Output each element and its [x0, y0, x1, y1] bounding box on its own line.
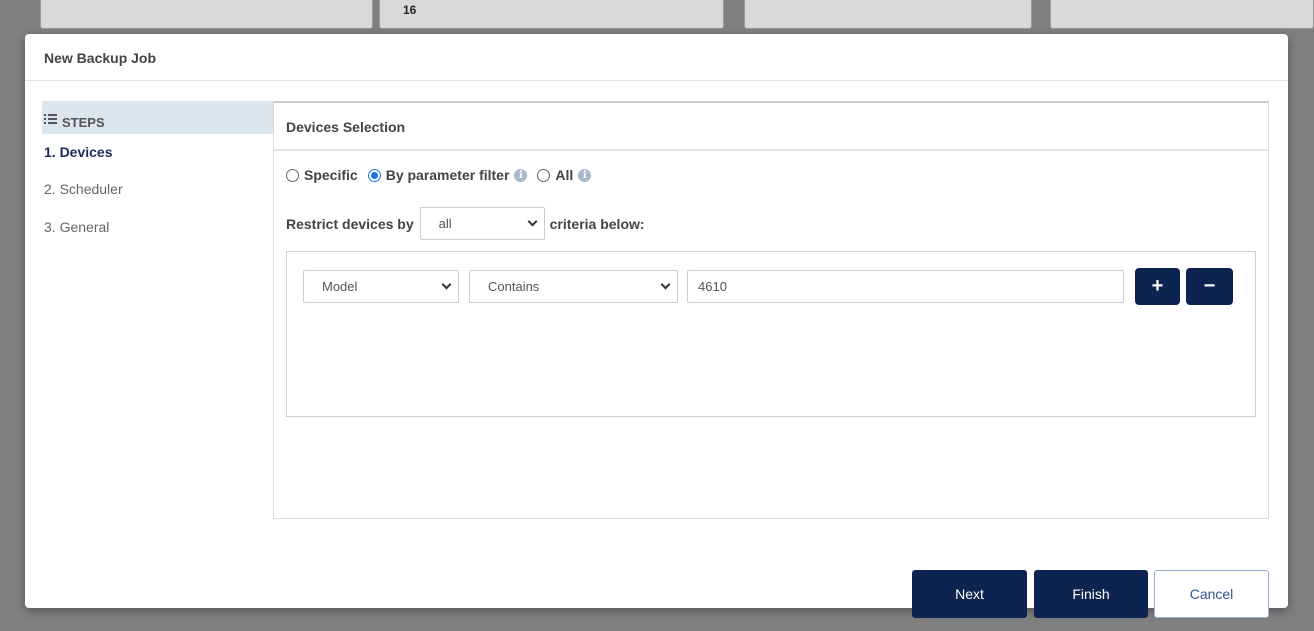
- devices-selection-panel: Devices Selection Specific By parameter …: [273, 101, 1269, 519]
- radio-by-parameter-filter[interactable]: By parameter filter i: [367, 167, 528, 183]
- restrict-devices-row: Restrict devices by all criteria below:: [286, 207, 645, 240]
- cancel-button[interactable]: Cancel: [1154, 570, 1269, 618]
- step-general[interactable]: 3. General: [42, 208, 274, 246]
- radio-all[interactable]: All i: [537, 167, 592, 183]
- list-icon: [44, 114, 57, 124]
- info-icon[interactable]: i: [514, 168, 528, 182]
- criteria-operator-select[interactable]: Contains: [469, 270, 678, 303]
- remove-criteria-button[interactable]: −: [1186, 268, 1233, 305]
- chevron-down-icon: [527, 216, 538, 227]
- steps-sidebar: STEPS 1. Devices 2. Scheduler 3. General: [42, 101, 274, 246]
- restrict-mode-value: all: [438, 216, 452, 231]
- criteria-value-text: 4610: [698, 279, 727, 294]
- radio-specific-label: Specific: [304, 167, 358, 183]
- criteria-row: Model Contains 4610 + −: [303, 268, 1233, 305]
- panel-title: Devices Selection: [274, 103, 1268, 151]
- criteria-field-value: Model: [322, 279, 358, 294]
- criteria-operator-value: Contains: [488, 279, 540, 294]
- radio-specific-circle[interactable]: [286, 168, 299, 182]
- info-icon[interactable]: i: [578, 168, 592, 182]
- chevron-down-icon: [441, 279, 452, 290]
- chevron-down-icon: [660, 279, 671, 290]
- restrict-suffix-label: criteria below:: [549, 215, 645, 232]
- criteria-value-input[interactable]: 4610: [687, 270, 1124, 303]
- new-backup-job-modal: New Backup Job STEPS 1. Devices 2. Sched…: [25, 34, 1288, 618]
- background-card-2: 16: [379, 0, 724, 29]
- background-card-3: [744, 0, 1032, 29]
- step-devices[interactable]: 1. Devices: [42, 134, 274, 170]
- radio-all-circle[interactable]: [537, 168, 551, 182]
- steps-header: STEPS: [42, 101, 274, 134]
- steps-header-label: STEPS: [62, 114, 105, 130]
- background-card-4: [1050, 0, 1314, 29]
- radio-all-label: All: [555, 167, 574, 183]
- radio-by-parameter-filter-circle[interactable]: [367, 168, 381, 182]
- criteria-box: Model Contains 4610 + −: [286, 251, 1256, 417]
- next-button[interactable]: Next: [912, 570, 1027, 618]
- restrict-prefix-label: Restrict devices by: [286, 215, 414, 232]
- criteria-field-select[interactable]: Model: [303, 270, 459, 303]
- restrict-mode-select[interactable]: all: [419, 207, 545, 240]
- radio-specific[interactable]: Specific: [286, 167, 358, 183]
- background-card-1: [40, 0, 373, 29]
- selection-mode-radios: Specific By parameter filter i All i: [286, 167, 601, 183]
- add-criteria-button[interactable]: +: [1135, 268, 1180, 305]
- finish-button[interactable]: Finish: [1034, 570, 1148, 618]
- background-card-number: 16: [403, 3, 417, 17]
- radio-by-parameter-filter-label: By parameter filter: [385, 167, 510, 183]
- step-scheduler[interactable]: 2. Scheduler: [42, 170, 274, 208]
- modal-title: New Backup Job: [25, 34, 1288, 81]
